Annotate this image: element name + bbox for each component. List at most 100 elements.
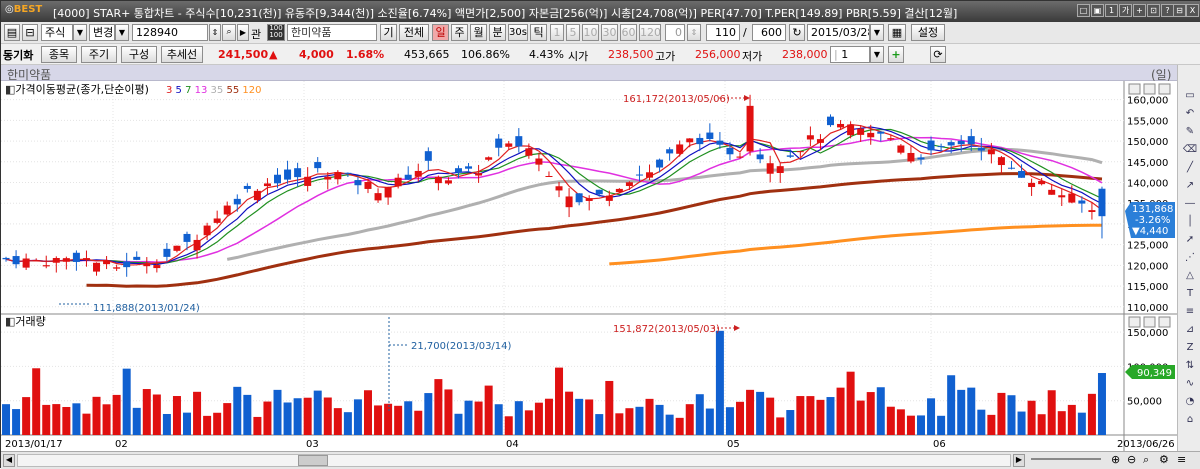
volume-bar	[786, 410, 795, 435]
search-icon[interactable]: ⌕	[1143, 453, 1149, 467]
undo-icon[interactable]: ↶	[1182, 107, 1198, 121]
stock-name-input[interactable]: 한미약품	[287, 24, 377, 41]
candle-body	[545, 175, 553, 177]
item-button[interactable]: 종목	[41, 46, 77, 63]
candle-body	[776, 166, 784, 173]
spin-icon[interactable]: ⇕	[209, 24, 221, 41]
fan-icon[interactable]: ⋰	[1182, 251, 1198, 265]
volume-bar	[193, 391, 202, 435]
gi-button[interactable]: 기	[380, 24, 397, 41]
zoom-in-icon[interactable]: ⊕	[1111, 453, 1120, 466]
rel-label: 관	[251, 28, 262, 41]
add-icon[interactable]: +	[888, 46, 904, 63]
period-day-button[interactable]: 일	[432, 24, 449, 41]
hline-icon[interactable]: ―	[1182, 197, 1198, 211]
gann-icon[interactable]: ⊿	[1182, 323, 1198, 337]
interval-120[interactable]: 120	[639, 24, 661, 41]
window-btn-6[interactable]: ⊡	[1147, 4, 1160, 17]
price-pane-buttons[interactable]	[1128, 83, 1171, 95]
chevron-down-icon[interactable]: ▼	[870, 46, 884, 63]
scroll-thumb[interactable]	[298, 455, 328, 466]
trendline-button[interactable]: 추세선	[161, 46, 203, 63]
layout-icon[interactable]: ▤	[4, 24, 20, 41]
save-icon[interactable]: ⊟	[22, 24, 38, 41]
minimize-button[interactable]: ⊟	[1173, 4, 1186, 17]
refresh-icon[interactable]: ↻	[789, 24, 805, 41]
total-count-input[interactable]: 600	[752, 24, 786, 41]
scroll-right-icon[interactable]: ▶	[1013, 454, 1025, 467]
fibo-icon[interactable]: ≡	[1182, 305, 1198, 319]
interval-10[interactable]: 10	[582, 24, 599, 41]
updown-icon[interactable]: ⇅	[1182, 359, 1198, 373]
volume-bar	[605, 380, 614, 435]
pencil-icon[interactable]: ✎	[1182, 125, 1198, 139]
window-btn-5[interactable]: +	[1133, 4, 1146, 17]
volume-bar	[203, 415, 212, 435]
period-month-button[interactable]: 월	[470, 24, 487, 41]
settings-button[interactable]: 설정	[911, 24, 945, 41]
all-button[interactable]: 전체	[399, 24, 429, 41]
window-btn-4[interactable]: 가	[1119, 4, 1132, 17]
zoom-slider[interactable]	[1031, 458, 1101, 460]
wave-icon[interactable]: ∿	[1182, 377, 1198, 391]
chevron-down-icon[interactable]: ▼	[115, 24, 129, 41]
chevron-down-icon[interactable]: ▼	[73, 24, 87, 41]
scroll-bar[interactable]: ◀ ▶ ⊕ ⊖ ⌕ ⚙ ≡	[1, 451, 1200, 469]
tools-icon[interactable]: ⚙	[1159, 453, 1169, 466]
vline-icon[interactable]: │	[1182, 215, 1198, 229]
period-week-button[interactable]: 주	[451, 24, 468, 41]
candle-body	[1068, 193, 1076, 203]
line-icon[interactable]: ╱	[1182, 161, 1198, 175]
page-select[interactable]: | 1	[830, 46, 870, 63]
volume-bar	[544, 398, 553, 435]
view-count-input[interactable]: 110	[706, 24, 740, 41]
compose-button[interactable]: 구성	[121, 46, 157, 63]
triangle-icon[interactable]: △	[1182, 269, 1198, 283]
calendar-icon[interactable]: ▦	[888, 24, 906, 41]
tag-icon[interactable]: ⌂	[1182, 413, 1198, 427]
interval-60[interactable]: 60	[620, 24, 637, 41]
period-tick-button[interactable]: 틱	[530, 24, 547, 41]
eraser-icon[interactable]: ⌫	[1182, 143, 1198, 157]
volume-bar	[394, 405, 403, 435]
ray-icon[interactable]: ↗	[1182, 179, 1198, 193]
zoom-out-icon[interactable]: ⊖	[1127, 453, 1136, 466]
arrow-icon[interactable]: ➚	[1182, 233, 1198, 247]
reset-icon[interactable]: ⟳	[930, 46, 946, 63]
month-label: 04	[506, 439, 519, 450]
period-button[interactable]: 주기	[81, 46, 117, 63]
zz-icon[interactable]: Z	[1182, 341, 1198, 355]
interval-5[interactable]: 5	[566, 24, 580, 41]
window-btn-1[interactable]: □	[1077, 4, 1090, 17]
window-btn-3[interactable]: 1	[1105, 4, 1118, 17]
zero-input[interactable]: 0	[665, 24, 685, 41]
text-icon[interactable]: T	[1182, 287, 1198, 301]
interval-30[interactable]: 30	[601, 24, 618, 41]
play-icon[interactable]: ▶	[237, 24, 249, 41]
volume-pane-buttons[interactable]	[1128, 316, 1171, 328]
scroll-left-icon[interactable]: ◀	[3, 454, 15, 467]
cursor-icon[interactable]: ▭	[1182, 89, 1198, 103]
grid-icon[interactable]: 100 100	[267, 24, 285, 41]
volume-bar	[796, 396, 805, 435]
candle-body	[213, 218, 221, 223]
search-icon[interactable]: ⌕	[222, 24, 236, 41]
period-30s-button[interactable]: 30s	[508, 24, 528, 41]
period-minute-button[interactable]: 분	[489, 24, 506, 41]
chevron-down-icon[interactable]: ▼	[870, 24, 884, 41]
window-btn-2[interactable]: ▣	[1091, 4, 1104, 17]
config-icon[interactable]: ≡	[1177, 453, 1186, 466]
market-select[interactable]: 주식	[41, 24, 73, 41]
spin-icon[interactable]: ⇕	[687, 24, 701, 41]
interval-1[interactable]: 1	[550, 24, 564, 41]
code-input[interactable]: 128940	[132, 24, 208, 41]
cycle-icon[interactable]: ◔	[1182, 395, 1198, 409]
change-select[interactable]: 변경	[89, 24, 115, 41]
price-volume-chart[interactable]: 110,000115,000120,000125,000130,000135,0…	[1, 81, 1177, 451]
volume-bar	[1067, 404, 1076, 435]
scroll-track[interactable]	[17, 454, 1011, 467]
close-button[interactable]: X	[1186, 4, 1199, 17]
window-title: [4000] STAR+ 통합차트 - 주식수[10,231(천)] 유동주[9…	[53, 7, 958, 20]
date-input[interactable]: 2015/03/28	[807, 24, 870, 41]
chart-area[interactable]: 110,000115,000120,000125,000130,000135,0…	[1, 81, 1177, 451]
